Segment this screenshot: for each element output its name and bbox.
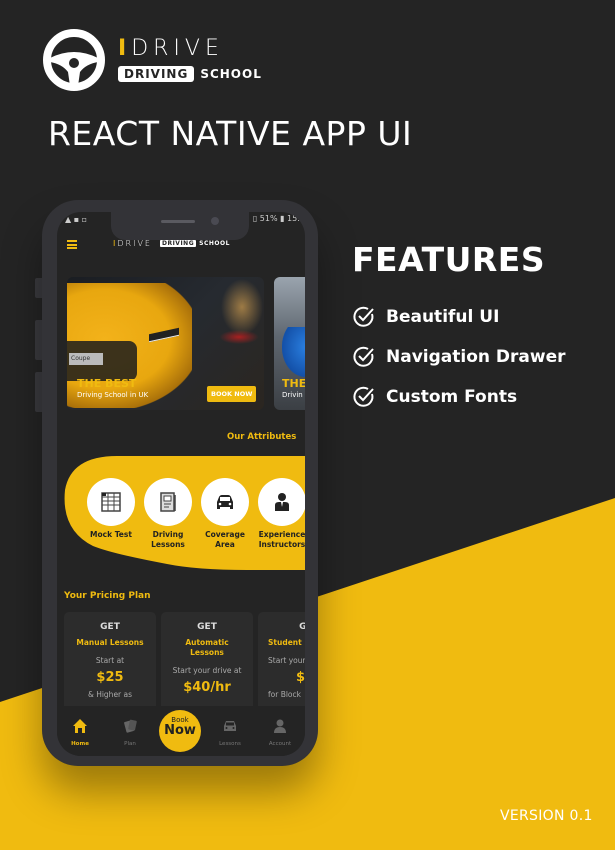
attributes-title: Our Attributes [227,432,297,442]
feature-item: Navigation Drawer [352,345,566,369]
phone-notch [111,200,249,240]
banner-card[interactable]: Coupe THE BEST Driving School in UK BOOK… [67,277,264,410]
banner-subtitle: Drivin [282,391,303,399]
headline: REACT NATIVE APP UI [48,114,413,153]
status-icons-left: ▲ ▪ ▫ [65,215,88,224]
steering-wheel-icon [43,29,105,91]
version-label: VERSION 0.1 [500,808,593,824]
check-circle-icon [353,306,374,327]
hamburger-icon[interactable] [67,240,77,249]
features-title: FEATURES [352,240,546,279]
brand-pill: DRIVING [118,66,195,82]
banner-card[interactable]: THE Drivin [274,277,305,410]
book-now-fab[interactable]: Book Now [159,710,201,752]
home-icon [73,719,87,733]
car-plate: Coupe [69,353,103,365]
features-section: FEATURES Beautiful UI Navigation Drawer … [352,240,566,425]
nav-home[interactable]: Home [60,718,100,747]
attribute-experience-instructors[interactable]: Experience Instructors [254,478,305,550]
car-image [282,327,305,377]
attribute-coverage-area[interactable]: Coverage Area [197,478,253,550]
brand-logo: IDRIVE DRIVING SCHOOL [42,28,262,92]
car-front-icon [224,721,236,731]
price-value: $2 [296,670,305,685]
book-now-button[interactable]: BOOK NOW [207,386,257,402]
front-camera [211,217,219,225]
nav-plan[interactable]: Plan [110,718,150,747]
document-icon [160,492,176,512]
brand-school: SCHOOL [200,67,262,81]
spreadsheet-icon [101,492,121,512]
check-circle-icon [353,346,374,367]
speaker [161,220,195,223]
brand-name: IDRIVE [118,36,224,61]
banner-subtitle: Driving School in UK [77,391,149,399]
price-value: $25 [96,670,124,685]
car-icon [217,495,233,509]
phone-screen: ▲ ▪ ▫ ▯ 51% ▮ 15:0 IDRIVE DRIVING SCHOOL… [57,212,305,756]
banner-title: THE BEST [77,377,137,390]
user-icon [274,719,286,733]
pricing-title: Your Pricing Plan [64,591,151,601]
nav-lessons[interactable]: Lessons [210,718,250,747]
header-logo: IDRIVE DRIVING SCHOOL [113,239,230,248]
feature-item: Custom Fonts [352,385,566,409]
attribute-driving-lessons[interactable]: Driving Lessons [140,478,196,550]
status-icons-right: ▯ 51% ▮ 15:0 [252,214,305,223]
feature-item: Beautiful UI [352,305,566,329]
attribute-mock-test[interactable]: Mock Test [83,478,139,540]
nav-account[interactable]: Account [260,718,300,747]
cards-icon [124,719,137,733]
check-circle-icon [353,386,374,407]
price-value: $40/hr [183,680,231,695]
banner-title: THE [282,377,305,390]
instructor-icon [275,493,289,511]
